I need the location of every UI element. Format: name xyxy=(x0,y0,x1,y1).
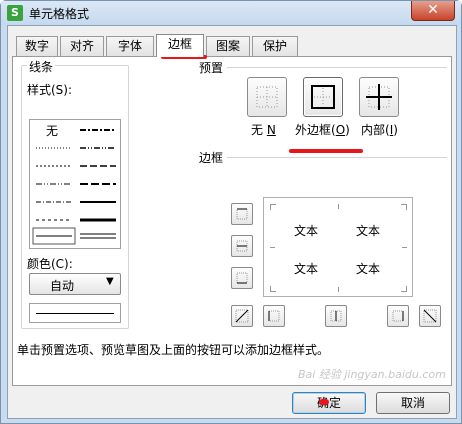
color-label: 颜色(C): xyxy=(27,257,73,271)
border-bottom-button[interactable] xyxy=(231,267,253,289)
tab-strip: 数字 对齐 字体 边框 图案 保护 xyxy=(12,34,452,57)
preset-none-button[interactable] xyxy=(247,77,287,117)
line-style-list[interactable]: 无 xyxy=(29,119,121,249)
line-group-title: 线条 xyxy=(27,58,56,75)
annotation-mark xyxy=(289,149,363,153)
presets-separator xyxy=(227,67,447,68)
border-top-button[interactable] xyxy=(231,203,253,225)
border-right-button[interactable] xyxy=(387,305,409,327)
presets-title: 预置 xyxy=(199,61,224,75)
border-right-icon xyxy=(392,310,404,322)
border-middle-horizontal-button[interactable] xyxy=(231,235,253,257)
annotation-mark xyxy=(319,399,329,405)
hint-text: 单击预置选项、预览草图及上面的按钮可以添加边框样式。 xyxy=(17,343,330,357)
border-inner-vertical-icon xyxy=(330,310,342,322)
preset-none-icon xyxy=(256,86,278,108)
tab-alignment[interactable]: 对齐 xyxy=(60,36,104,56)
border-section-title: 边框 xyxy=(199,151,224,165)
border-top-icon xyxy=(236,208,248,220)
chevron-down-icon: ▼ xyxy=(106,276,114,287)
diagonal-up-icon xyxy=(235,309,249,323)
preview-text: 文本 xyxy=(294,224,319,238)
preset-inside-button[interactable] xyxy=(359,77,399,117)
preset-none-label: 无 N xyxy=(251,123,276,137)
color-dropdown-value: 自动 xyxy=(50,279,75,293)
tab-pattern[interactable]: 图案 xyxy=(206,36,250,56)
border-bottom-icon xyxy=(236,272,248,284)
border-inner-horizontal-icon xyxy=(236,240,248,252)
preset-inside-icon xyxy=(366,84,392,110)
watermark-logo: Bai 经验 jingyan.baidu.com xyxy=(298,368,446,381)
border-separator xyxy=(227,157,447,158)
border-diagonal-down-button[interactable] xyxy=(419,305,441,327)
preset-outline-button[interactable] xyxy=(303,77,343,117)
line-style-swatches xyxy=(32,129,116,245)
close-button[interactable]: ✕ xyxy=(411,1,455,21)
border-preview-area[interactable]: 文本 文本 文本 文本 xyxy=(263,197,413,297)
cancel-button[interactable]: 取消 xyxy=(376,392,450,414)
color-dropdown[interactable]: 自动 ▼ xyxy=(29,273,121,295)
tab-protection[interactable]: 保护 xyxy=(252,36,298,56)
diagonal-down-icon xyxy=(423,309,437,323)
tab-number[interactable]: 数字 xyxy=(16,36,58,56)
title-bar: S 单元格格式 ✕ xyxy=(1,1,461,25)
dialog-client: 数字 对齐 字体 边框 图案 保护 线条 样式(S): 无 颜色(C): 自动 … xyxy=(7,25,457,419)
line-preview-sample xyxy=(36,313,114,314)
preview-text: 文本 xyxy=(356,262,381,276)
border-left-icon xyxy=(268,310,280,322)
style-label: 样式(S): xyxy=(27,83,73,97)
border-left-button[interactable] xyxy=(263,305,285,327)
dialog-window: S 单元格格式 ✕ 数字 对齐 字体 边框 图案 保护 线条 样式(S): 无 xyxy=(0,0,462,424)
preset-outline-icon xyxy=(311,85,335,109)
preview-text: 文本 xyxy=(294,262,319,276)
tab-border[interactable]: 边框 xyxy=(156,34,204,57)
border-middle-vertical-button[interactable] xyxy=(325,305,347,327)
ok-button[interactable]: 确定 xyxy=(292,392,366,414)
preset-outline-label: 外边框(O) xyxy=(295,123,350,137)
border-panel: 线条 样式(S): 无 颜色(C): 自动 ▼ 预置 无 N 外边框(O) 内部… xyxy=(12,56,452,386)
preset-inside-label: 内部(I) xyxy=(361,123,398,137)
window-title: 单元格格式 xyxy=(29,7,90,21)
line-preview xyxy=(29,303,121,323)
preview-text: 文本 xyxy=(356,224,381,238)
tab-font[interactable]: 字体 xyxy=(106,36,154,56)
app-logo-icon: S xyxy=(7,5,23,21)
border-diagonal-up-button[interactable] xyxy=(231,305,253,327)
